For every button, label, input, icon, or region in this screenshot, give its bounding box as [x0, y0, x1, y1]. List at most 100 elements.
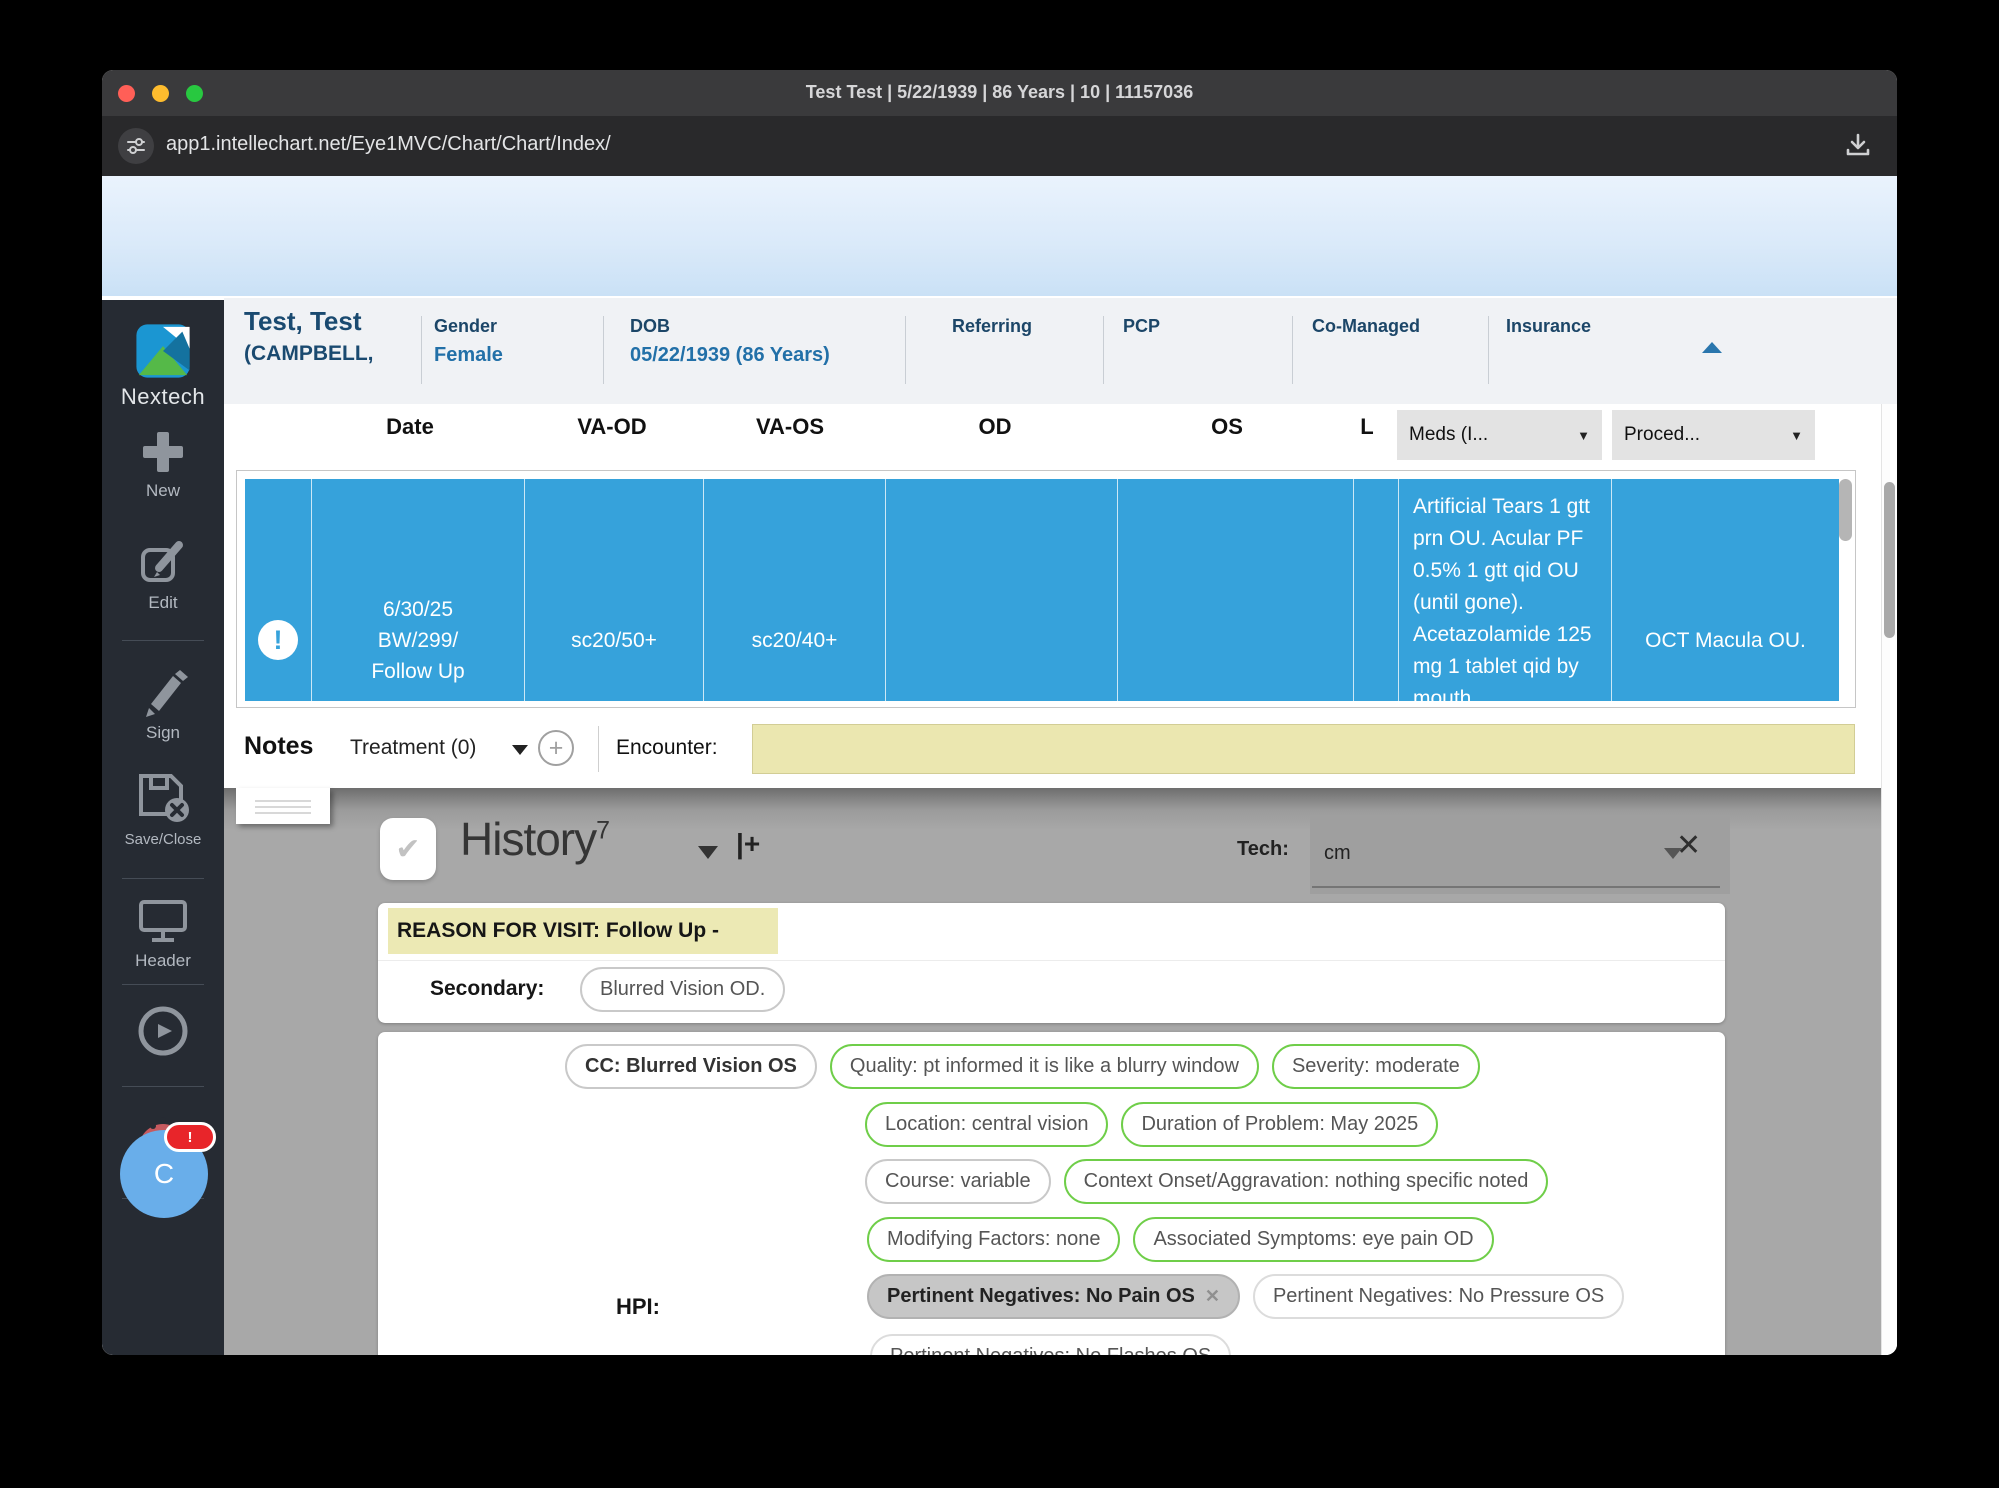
caret-down-icon[interactable] — [512, 745, 528, 755]
check-icon: ✔ — [395, 832, 420, 867]
meds-cell[interactable]: Artificial Tears 1 gtt prn OU. Acular PF… — [1398, 479, 1611, 701]
sidebar-item-new[interactable]: New — [102, 428, 224, 501]
page-scrollbar[interactable] — [1881, 404, 1897, 1355]
encounter-row[interactable]: ! 6/30/25 BW/299/ Follow Up sc20/50+ sc2… — [245, 479, 1839, 701]
window-title: Test Test | 5/22/1939 | 86 Years | 10 | … — [102, 82, 1897, 103]
sidebar-item-compass[interactable] — [102, 1004, 224, 1063]
grid-column-date[interactable]: Date — [324, 414, 496, 440]
grid-column-od[interactable]: OD — [884, 414, 1106, 440]
hpi-pill-modifying-factors[interactable]: Modifying Factors: none — [867, 1217, 1120, 1262]
panel-drag-handle[interactable] — [236, 788, 330, 824]
patient-field-label: Referring — [952, 316, 1032, 337]
warning-icon: ! — [258, 620, 298, 660]
download-icon[interactable] — [1843, 131, 1873, 166]
tech-input[interactable] — [1324, 842, 1624, 865]
alert-cell[interactable]: ! — [245, 479, 311, 701]
encounter-label: Encounter: — [616, 736, 718, 760]
nextech-logo[interactable] — [102, 322, 224, 385]
notes-label: Notes — [244, 732, 313, 761]
sidebar-item-sign[interactable]: Sign — [102, 666, 224, 743]
sidebar-divider — [122, 984, 204, 985]
hpi-pill-course[interactable]: Course: variable — [865, 1159, 1051, 1204]
history-count: 7 — [596, 817, 609, 845]
va-od-cell[interactable]: sc20/50+ — [524, 479, 703, 701]
patient-field-label: DOB — [630, 316, 670, 337]
encounter-input[interactable] — [752, 724, 1855, 774]
secondary-pill[interactable]: Blurred Vision OD. — [580, 967, 785, 1012]
hpi-pill-pertinent-negative-pain[interactable]: Pertinent Negatives: No Pain OS ✕ — [867, 1274, 1240, 1319]
l-cell[interactable] — [1353, 479, 1398, 701]
sidebar-item-label: Edit — [102, 593, 224, 613]
site-settings-icon[interactable] — [118, 128, 154, 164]
column-divider — [905, 316, 906, 384]
url-text[interactable]: app1.intellechart.net/Eye1MVC/Chart/Char… — [166, 133, 611, 156]
procedures-text: OCT Macula OU. — [1645, 625, 1806, 656]
hpi-pill-location[interactable]: Location: central vision — [865, 1102, 1108, 1147]
grid-column-va-os[interactable]: VA-OS — [702, 414, 878, 440]
meds-dropdown-label: Meds (I... — [1409, 424, 1488, 446]
secondary-label: Secondary: — [430, 977, 544, 1001]
patient-name-secondary: (CAMPBELL, — [244, 342, 374, 366]
hpi-label: HPI: — [616, 1294, 660, 1320]
sidebar-item-header[interactable]: Header — [102, 896, 224, 971]
patient-field-label: Gender — [434, 316, 497, 337]
hpi-pill-pertinent-negative-flashes[interactable]: Pertinent Negatives: No Flashes OS — [870, 1334, 1231, 1355]
sidebar-item-edit[interactable]: Edit — [102, 536, 224, 613]
patient-name[interactable]: Test, Test — [244, 306, 362, 337]
patient-field-label: Insurance — [1506, 316, 1591, 337]
grid-column-os[interactable]: OS — [1116, 414, 1338, 440]
hpi-pill-quality[interactable]: Quality: pt informed it is like a blurry… — [830, 1044, 1259, 1089]
grid-scrollbar-thumb[interactable] — [1839, 479, 1852, 541]
va-os-cell[interactable]: sc20/40+ — [703, 479, 885, 701]
patient-field-value: Female — [434, 344, 503, 367]
hpi-pill-severity[interactable]: Severity: moderate — [1272, 1044, 1480, 1089]
patient-field-label: Co-Managed — [1312, 316, 1420, 337]
sidebar-item-label: Header — [102, 951, 224, 971]
pencil-icon — [137, 666, 189, 718]
remove-pill-icon[interactable]: ✕ — [1205, 1286, 1220, 1307]
divider — [378, 960, 1725, 961]
avatar-initial: C — [154, 1158, 174, 1190]
grid-column-va-od[interactable]: VA-OD — [524, 414, 700, 440]
sidebar-divider — [122, 640, 204, 641]
patient-header: Test, Test (CAMPBELL, Gender Female DOB … — [224, 298, 1897, 404]
compass-icon — [136, 1004, 190, 1058]
sidebar-item-save-close[interactable]: Save/Close — [102, 768, 224, 848]
encounter-type: Follow Up — [371, 656, 464, 687]
treatment-dropdown[interactable]: Treatment (0) — [350, 736, 476, 760]
add-treatment-button[interactable]: + — [538, 730, 574, 766]
hpi-pill-duration[interactable]: Duration of Problem: May 2025 — [1121, 1102, 1438, 1147]
page-scrollbar-thumb[interactable] — [1884, 482, 1895, 638]
grid-column-l[interactable]: L — [1344, 414, 1390, 440]
meds-column-dropdown[interactable]: Meds (I... ▼ — [1397, 410, 1602, 460]
tech-dropdown[interactable] — [1310, 816, 1730, 894]
chevron-up-icon[interactable] — [1702, 342, 1722, 353]
plus-icon — [139, 428, 187, 476]
save-close-icon — [133, 768, 193, 826]
reason-for-visit[interactable]: REASON FOR VISIT: Follow Up - — [388, 908, 778, 954]
cosign-banner: COSIGN Sign in to Cosign Sign In ✕ — [102, 176, 1897, 296]
procedures-cell[interactable]: OCT Macula OU. — [1611, 479, 1839, 701]
edit-icon — [137, 536, 189, 588]
od-cell[interactable] — [885, 479, 1117, 701]
monitor-icon — [136, 896, 190, 946]
hpi-pill-context[interactable]: Context Onset/Aggravation: nothing speci… — [1064, 1159, 1549, 1204]
grid-scrollbar[interactable] — [1839, 479, 1852, 693]
hpi-pill-cc[interactable]: CC: Blurred Vision OS — [565, 1044, 817, 1089]
column-divider — [421, 316, 422, 384]
page: Test Test | 5/22/1939 | 86 Years | 10 | … — [0, 0, 1999, 1488]
history-checkbox[interactable]: ✔ — [380, 818, 436, 880]
hpi-pill-pertinent-negative-pressure[interactable]: Pertinent Negatives: No Pressure OS — [1253, 1274, 1624, 1319]
procedures-column-dropdown[interactable]: Proced... ▼ — [1612, 410, 1815, 460]
history-caret-down-icon[interactable] — [698, 846, 718, 859]
history-close-icon[interactable]: ✕ — [1676, 828, 1701, 863]
add-column-icon[interactable]: |+ — [736, 828, 760, 860]
hpi-card: HPI: CC: Blurred Vision OS Quality: pt i… — [378, 1032, 1725, 1355]
history-section-title[interactable]: History7 — [460, 812, 609, 866]
sidebar-divider — [122, 1086, 204, 1087]
date-cell[interactable]: 6/30/25 BW/299/ Follow Up — [311, 479, 524, 701]
caret-down-icon: ▼ — [1577, 428, 1590, 443]
os-cell[interactable] — [1117, 479, 1353, 701]
hpi-pill-associated-symptoms[interactable]: Associated Symptoms: eye pain OD — [1133, 1217, 1493, 1262]
va-od-value: sc20/50+ — [571, 625, 657, 656]
